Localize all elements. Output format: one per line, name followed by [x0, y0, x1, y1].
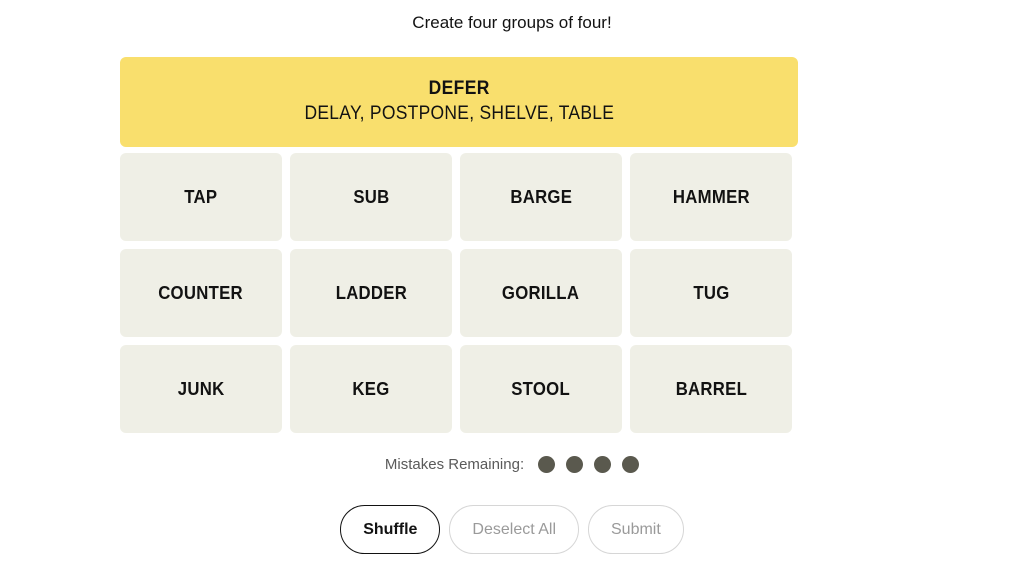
connections-game: Create four groups of four! DEFER DELAY,…	[0, 0, 1024, 579]
shuffle-button[interactable]: Shuffle	[340, 505, 441, 554]
tile-hammer[interactable]: HAMMER	[630, 153, 792, 241]
solved-group-members: DELAY, POSTPONE, SHELVE, TABLE	[304, 103, 614, 124]
tile-label: SUB	[352, 186, 390, 207]
tile-sub[interactable]: SUB	[290, 153, 452, 241]
mistake-dot	[594, 456, 612, 473]
control-bar: Shuffle Deselect All Submit	[0, 505, 1024, 554]
page-title: Create four groups of four!	[412, 13, 612, 32]
mistakes-remaining-label: Mistakes Remaining:	[384, 456, 525, 473]
tile-label: GORILLA	[502, 282, 580, 303]
tile-gorilla[interactable]: GORILLA	[460, 249, 622, 337]
deselect-all-button[interactable]: Deselect All	[449, 505, 579, 554]
tile-label: BARREL	[675, 378, 747, 399]
tile-counter[interactable]: COUNTER	[120, 249, 282, 337]
tile-label: KEG	[352, 378, 390, 399]
tile-tap[interactable]: TAP	[120, 153, 282, 241]
mistakes-remaining: Mistakes Remaining:	[0, 456, 1024, 473]
solved-group-defer: DEFER DELAY, POSTPONE, SHELVE, TABLE	[120, 57, 798, 147]
tile-label: STOOL	[511, 378, 571, 399]
puzzle-board: DEFER DELAY, POSTPONE, SHELVE, TABLE TAP…	[120, 57, 798, 441]
tile-barrel[interactable]: BARREL	[630, 345, 792, 433]
tile-tug[interactable]: TUG	[630, 249, 792, 337]
tile-keg[interactable]: KEG	[290, 345, 452, 433]
tile-ladder[interactable]: LADDER	[290, 249, 452, 337]
tile-junk[interactable]: JUNK	[120, 345, 282, 433]
tile-label: HAMMER	[672, 186, 750, 207]
tile-label: COUNTER	[158, 282, 244, 303]
tile-label: TAP	[184, 186, 218, 207]
tile-stool[interactable]: STOOL	[460, 345, 622, 433]
mistake-dot	[538, 456, 556, 473]
tile-label: TUG	[692, 282, 730, 303]
tile-row-1: TAP SUB BARGE HAMMER	[120, 153, 798, 241]
mistakes-dots	[538, 456, 640, 473]
tile-label: JUNK	[177, 378, 225, 399]
tile-row-3: JUNK KEG STOOL BARREL	[120, 345, 798, 433]
solved-group-title: DEFER	[428, 78, 490, 99]
mistake-dot	[566, 456, 584, 473]
tile-row-2: COUNTER LADDER GORILLA TUG	[120, 249, 798, 337]
tile-label: LADDER	[335, 282, 407, 303]
mistake-dot	[622, 456, 640, 473]
tile-barge[interactable]: BARGE	[460, 153, 622, 241]
tile-label: BARGE	[510, 186, 572, 207]
submit-button[interactable]: Submit	[588, 505, 684, 554]
